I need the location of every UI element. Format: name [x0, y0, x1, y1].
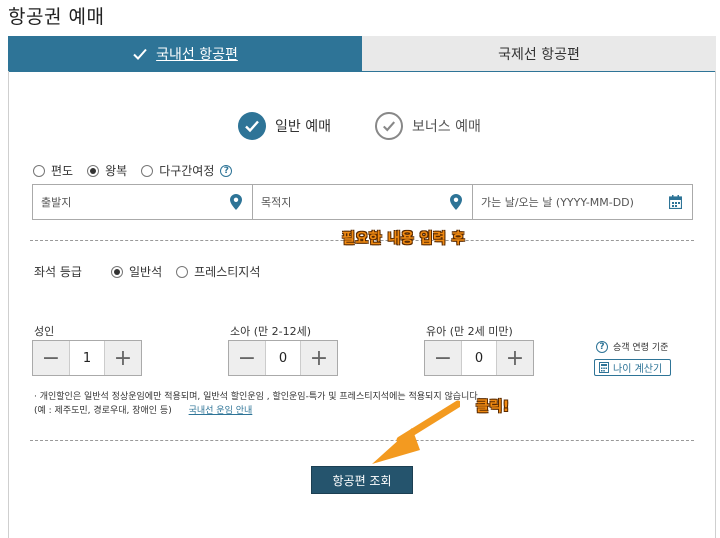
input-annotation: 필요한 내용 입력 후	[342, 231, 466, 247]
tab-international[interactable]: 국제선 항공편	[362, 36, 716, 72]
check-icon	[133, 48, 147, 60]
child-decrease-button[interactable]: −	[229, 341, 265, 375]
trip-type-group: 편도 왕복 다구간여정 ?	[33, 162, 233, 179]
dates-field[interactable]: 가는 날/오는 날 (YYYY-MM-DD)	[472, 184, 693, 220]
seat-class-label: 좌석 등급	[34, 265, 82, 279]
search-flights-button[interactable]: 항공편 조회	[311, 466, 413, 494]
page-title: 항공권 예매	[8, 6, 105, 28]
calculator-icon	[599, 362, 609, 373]
infant-count[interactable]: 0	[461, 341, 497, 375]
infant-decrease-button[interactable]: −	[425, 341, 461, 375]
radio-icon	[176, 265, 189, 278]
seat-prestige[interactable]: 프레스티지석	[176, 263, 260, 280]
tab-domestic-label: 국내선 항공편	[156, 47, 238, 63]
adult-stepper: − 1 +	[32, 340, 142, 376]
check-circle-icon	[238, 112, 266, 140]
seat-economy-label: 일반석	[129, 265, 163, 279]
origin-field[interactable]: 출발지	[32, 184, 253, 220]
calendar-icon	[669, 195, 682, 209]
click-annotation: 클릭!	[476, 399, 510, 415]
tab-bar: 국내선 항공편 국제선 항공편	[8, 36, 716, 72]
trip-type-roundtrip-label: 왕복	[105, 164, 128, 178]
tab-domestic[interactable]: 국내선 항공편	[8, 36, 362, 72]
radio-checked-icon	[111, 265, 123, 278]
infant-label: 유아 (만 2세 미만)	[426, 325, 513, 338]
seat-economy[interactable]: 일반석	[111, 263, 162, 280]
radio-icon	[33, 164, 45, 177]
age-calculator-label: 나이 계산기	[613, 364, 663, 375]
infant-increase-button[interactable]: +	[497, 341, 533, 375]
booking-type-regular-label: 일반 예매	[275, 119, 331, 135]
help-icon: ?	[596, 340, 608, 353]
location-pin-icon	[230, 194, 242, 210]
infant-stepper: − 0 +	[424, 340, 534, 376]
trip-type-oneway-label: 편도	[51, 164, 74, 178]
radio-checked-icon	[87, 164, 100, 177]
destination-placeholder: 목적지	[261, 196, 292, 209]
radio-icon	[141, 164, 154, 177]
adult-label: 성인	[34, 325, 55, 338]
domestic-fare-link[interactable]: 국내선 운임 안내	[189, 406, 253, 416]
booking-type-bonus-label: 보너스 예매	[412, 119, 481, 135]
arrow-annotation-icon	[372, 400, 460, 464]
age-criteria-label: 승객 연령 기준	[613, 343, 669, 353]
booking-type-bonus[interactable]: 보너스 예매	[375, 112, 481, 140]
child-label: 소아 (만 2-12세)	[230, 325, 312, 338]
notice-line-2: (예 : 제주도민, 경로우대, 장애인 등)	[34, 406, 172, 416]
help-icon[interactable]: ?	[220, 164, 233, 177]
trip-type-multicity-label: 다구간여정	[159, 164, 215, 178]
check-circle-outline-icon	[375, 112, 403, 140]
trip-type-multicity[interactable]: 다구간여정	[141, 162, 214, 179]
trip-type-oneway[interactable]: 편도	[33, 162, 73, 179]
age-criteria-link[interactable]: ? 승객 연령 기준	[596, 340, 668, 353]
adult-decrease-button[interactable]: −	[33, 341, 69, 375]
child-increase-button[interactable]: +	[301, 341, 337, 375]
adult-increase-button[interactable]: +	[105, 341, 141, 375]
tab-international-label: 국제선 항공편	[498, 46, 580, 63]
seat-class-group: 일반석 프레스티지석	[111, 263, 274, 280]
origin-placeholder: 출발지	[41, 196, 72, 209]
seat-prestige-label: 프레스티지석	[194, 265, 261, 279]
age-calculator-button[interactable]: 나이 계산기	[594, 359, 672, 376]
location-pin-icon	[450, 194, 462, 210]
child-count[interactable]: 0	[265, 341, 301, 375]
trip-type-roundtrip[interactable]: 왕복	[87, 162, 127, 179]
child-stepper: − 0 +	[228, 340, 338, 376]
booking-type-regular[interactable]: 일반 예매	[238, 112, 331, 140]
dates-placeholder: 가는 날/오는 날 (YYYY-MM-DD)	[481, 196, 634, 209]
destination-field[interactable]: 목적지	[252, 184, 473, 220]
adult-count[interactable]: 1	[69, 341, 105, 375]
